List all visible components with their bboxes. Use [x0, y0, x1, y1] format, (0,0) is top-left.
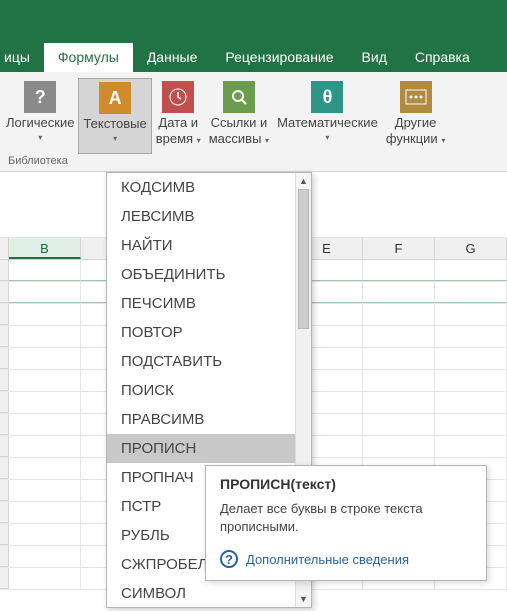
select-all-corner[interactable] — [0, 238, 9, 259]
dropdown-item[interactable]: ПОДСТАВИТЬ — [107, 347, 295, 376]
math-button[interactable]: θ Математические ▾ — [273, 78, 382, 154]
more-info-label: Дополнительные сведения — [246, 552, 409, 567]
tab-help[interactable]: Справка — [401, 43, 484, 72]
chevron-down-icon: ▾ — [113, 134, 117, 144]
dropdown-item[interactable]: ОБЪЕДИНИТЬ — [107, 260, 295, 289]
lookup-label-2: массивы — [209, 131, 262, 146]
datetime-label-2: время — [156, 131, 193, 146]
dropdown-item[interactable]: НАЙТИ — [107, 231, 295, 260]
dropdown-item[interactable]: СИМВОЛ — [107, 579, 295, 607]
chevron-down-icon: ▾ — [325, 133, 329, 143]
chevron-down-icon: ▾ — [265, 136, 269, 145]
tab-view[interactable]: Вид — [348, 43, 401, 72]
scroll-up-arrow[interactable]: ▲ — [296, 173, 311, 189]
more-label-2: функции — [386, 131, 438, 146]
col-header-F[interactable]: F — [363, 238, 435, 259]
tab-formulas[interactable]: Формулы — [44, 43, 133, 72]
col-header-B[interactable]: B — [9, 238, 81, 259]
text-label: Текстовые — [83, 116, 146, 132]
more-label-1: Другие — [395, 115, 437, 131]
ribbon: ? Логические ▾ A Текстовые ▾ Дата и врем… — [0, 72, 507, 172]
titlebar — [0, 0, 507, 42]
function-tooltip: ПРОПИСН(текст) Делает все буквы в строке… — [205, 465, 487, 581]
ribbon-group-label: Библиотека — [8, 155, 68, 167]
dropdown-item[interactable]: КОДСИМВ — [107, 173, 295, 202]
tooltip-title: ПРОПИСН(текст) — [220, 476, 472, 492]
col-header-G[interactable]: G — [435, 238, 507, 259]
more-button[interactable]: Другие функции ▾ — [382, 78, 450, 154]
dropdown-item[interactable]: ЛЕВСИМВ — [107, 202, 295, 231]
chevron-down-icon: ▾ — [441, 136, 445, 145]
math-label: Математические — [277, 115, 378, 131]
theta-icon: θ — [311, 81, 343, 113]
dropdown-item[interactable]: ПЕЧСИМВ — [107, 289, 295, 318]
dropdown-item[interactable]: ПОВТОР — [107, 318, 295, 347]
lookup-button[interactable]: Ссылки и массивы ▾ — [205, 78, 273, 154]
dropdown-item[interactable]: ПРАВСИМВ — [107, 405, 295, 434]
logical-button[interactable]: ? Логические ▾ — [2, 78, 78, 154]
dropdown-item[interactable]: ПОИСК — [107, 376, 295, 405]
logical-label: Логические — [6, 115, 74, 131]
lookup-icon — [223, 81, 255, 113]
tooltip-body: Делает все буквы в строке текста прописн… — [220, 500, 472, 536]
clock-icon — [162, 81, 194, 113]
help-icon: ? — [220, 550, 238, 568]
datetime-button[interactable]: Дата и время ▾ — [152, 78, 205, 154]
tab-review[interactable]: Рецензирование — [211, 43, 347, 72]
tab-partial[interactable]: ицы — [0, 43, 44, 72]
scroll-down-arrow[interactable]: ▼ — [296, 591, 311, 607]
chevron-down-icon: ▾ — [197, 136, 201, 145]
ribbon-tabbar: ицы Формулы Данные Рецензирование Вид Сп… — [0, 42, 507, 72]
text-icon: A — [99, 82, 131, 114]
dropdown-item[interactable]: ПРОПИСН — [107, 434, 295, 463]
datetime-label-1: Дата и — [158, 115, 198, 131]
chevron-down-icon: ▾ — [38, 133, 42, 143]
more-info-link[interactable]: ? Дополнительные сведения — [220, 550, 472, 568]
scroll-thumb[interactable] — [298, 189, 309, 329]
logical-icon: ? — [24, 81, 56, 113]
lookup-label-1: Ссылки и — [211, 115, 268, 131]
tab-data[interactable]: Данные — [133, 43, 212, 72]
more-icon — [400, 81, 432, 113]
text-button[interactable]: A Текстовые ▾ — [78, 78, 151, 154]
